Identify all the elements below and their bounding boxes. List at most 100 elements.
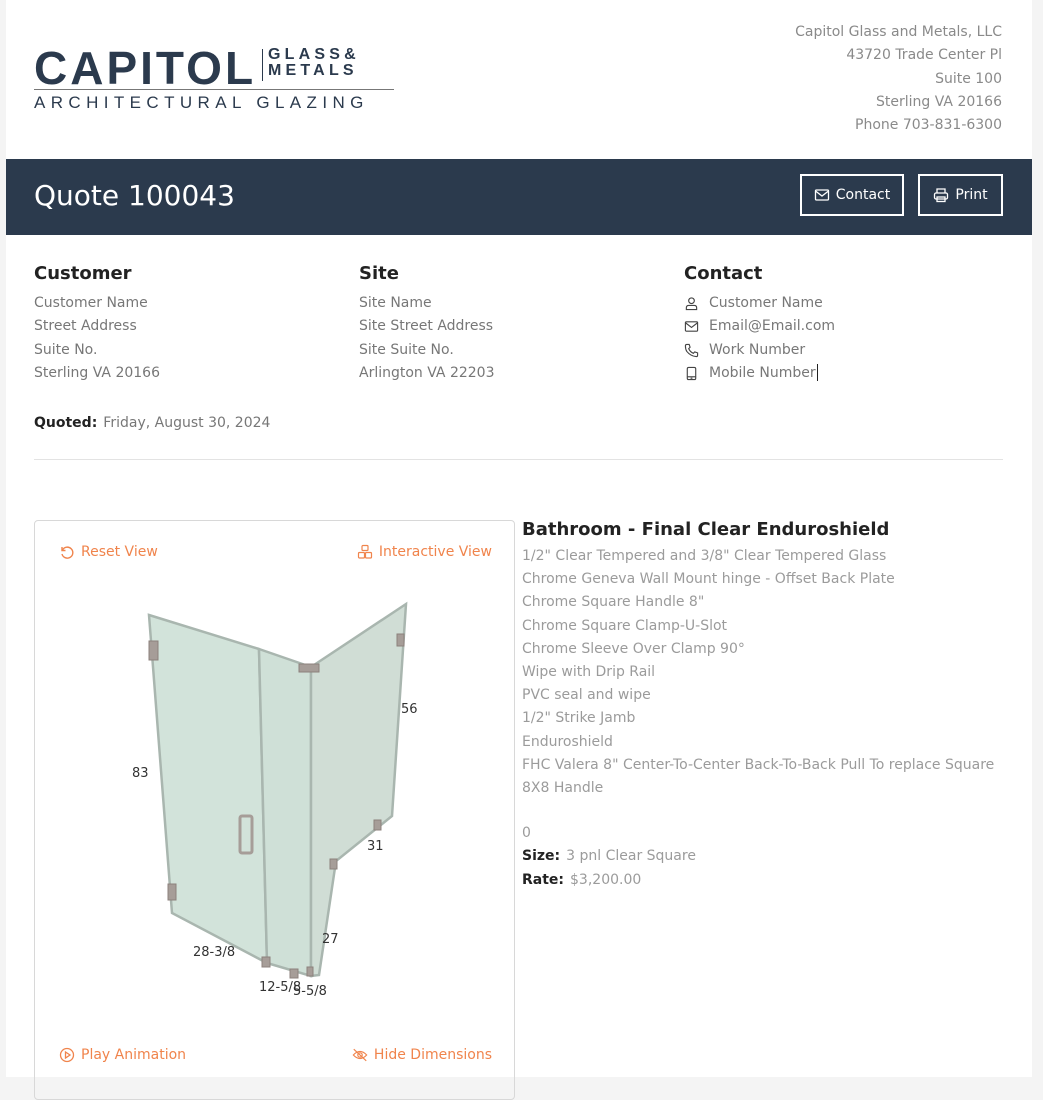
rate-value: $3,200.00 (570, 871, 642, 888)
company-city: Sterling VA 20166 (876, 93, 1002, 110)
contact-email-row: Email@Email.com (684, 315, 835, 338)
dim-height-right: 56 (401, 702, 418, 717)
contact-button[interactable]: Contact (800, 174, 904, 216)
customer-heading: Customer (34, 263, 132, 284)
hide-dimensions-label: Hide Dimensions (373, 1047, 492, 1063)
play-animation-label: Play Animation (81, 1047, 187, 1063)
cubes-icon (357, 544, 373, 559)
clamp-base-2 (289, 968, 299, 979)
dim-base-left: 28-3/8 (193, 945, 235, 960)
clamp-notch-2 (329, 858, 338, 870)
customer-street: Street Address (34, 318, 137, 335)
size-label: Size: (522, 848, 561, 865)
phone-icon (684, 343, 699, 357)
reset-view-label: Reset View (81, 544, 158, 560)
hide-dimensions-button[interactable]: Hide Dimensions (352, 1047, 492, 1063)
contact-name: Customer Name (709, 295, 823, 311)
envelope-icon (684, 321, 699, 333)
item-line: 1/2" Clear Tempered and 3/8" Clear Tempe… (522, 548, 887, 564)
reset-view-button[interactable]: Reset View (59, 544, 158, 560)
quoted-date-row: Quoted: Friday, August 30, 2024 (34, 415, 270, 431)
item-line: Chrome Square Handle 8" (522, 594, 705, 611)
contact-mobile[interactable]: Mobile Number (709, 362, 818, 385)
customer-suite: Suite No. (34, 341, 98, 358)
item-quantity: 0 (522, 825, 531, 842)
shower-enclosure-model[interactable]: 83 56 31 27 28-3/8 12-5/8 5-5/8 (35, 521, 516, 1041)
site-city: Arlington VA 22203 (359, 364, 495, 381)
contact-work-row: Work Number (684, 339, 835, 362)
clamp-base-1 (261, 956, 271, 968)
printer-icon (934, 188, 949, 203)
item-size-row: Size: 3 pnl Clear Square (522, 845, 1012, 868)
print-button[interactable]: Print (918, 174, 1003, 216)
company-address: Capitol Glass and Metals, LLC 43720 Trad… (795, 21, 1002, 137)
contact-heading: Contact (684, 263, 763, 284)
item-line: PVC seal and wipe (522, 687, 651, 704)
item-line: Chrome Geneva Wall Mount hinge - Offset … (522, 571, 895, 588)
contact-email: Email@Email.com (709, 318, 836, 335)
item-rate-row: Rate: $3,200.00 (522, 869, 1012, 892)
logo-separator (262, 49, 263, 81)
site-section: Site Site Name Site Street Address Site … (359, 262, 495, 385)
site-name: Site Name (359, 295, 432, 311)
contact-name-row: Customer Name (684, 292, 835, 315)
item-title: Bathroom - Final Clear Enduroshield (522, 519, 890, 540)
dim-notch-height: 27 (322, 932, 339, 947)
hinge-bottom (167, 883, 177, 901)
logo-wordmark: CAPITOL (34, 42, 257, 94)
item-line: Enduroshield (522, 733, 613, 750)
text-cursor (816, 364, 818, 382)
site-heading: Site (359, 263, 399, 284)
customer-name: Customer Name (34, 295, 148, 311)
size-value: 3 pnl Clear Square (566, 848, 696, 865)
glass-panel-return (309, 601, 408, 978)
hinge-top (148, 640, 159, 661)
section-divider (34, 459, 1003, 460)
print-button-label: Print (955, 187, 988, 203)
company-logo: CAPITOL GLASS& METALS ARCHITECTURAL GLAZ… (34, 45, 396, 115)
site-suite: Site Suite No. (359, 341, 454, 358)
item-line: Chrome Square Clamp-U-Slot (522, 617, 728, 634)
glass-panel-middle (257, 647, 313, 978)
item-details: Bathroom - Final Clear Enduroshield 1/2"… (522, 518, 1012, 892)
item-line: Chrome Sleeve Over Clamp 90° (522, 640, 745, 657)
contact-mobile-text: Mobile Number (709, 364, 816, 381)
customer-section: Customer Customer Name Street Address Su… (34, 262, 160, 385)
company-phone: Phone 703-831-6300 (855, 117, 1002, 134)
company-suite: Suite 100 (935, 70, 1002, 87)
item-line: 1/2" Strike Jamb (522, 710, 636, 727)
logo-tagline: ARCHITECTURAL GLAZING (34, 93, 369, 112)
dim-height-left: 83 (132, 766, 149, 781)
contact-work: Work Number (709, 341, 806, 358)
rate-label: Rate: (522, 871, 565, 888)
logo-side-top: GLASS& (268, 46, 360, 63)
mobile-icon (686, 366, 697, 381)
site-street: Site Street Address (359, 318, 494, 335)
company-name: Capitol Glass and Metals, LLC (795, 24, 1002, 40)
wall-clamp-right (396, 633, 405, 647)
item-line: Wipe with Drip Rail (522, 664, 656, 681)
dim-base-return: 5-5/8 (293, 984, 327, 999)
shower-3d-viewer[interactable]: 83 56 31 27 28-3/8 12-5/8 5-5/8 Reset Vi… (34, 520, 515, 1100)
quoted-label: Quoted: (34, 415, 98, 431)
interactive-view-label: Interactive View (378, 544, 492, 560)
company-street: 43720 Trade Center Pl (846, 47, 1002, 64)
user-icon (685, 297, 698, 311)
contact-section: Contact Customer Name Email@Email.com Wo… (684, 262, 835, 385)
clamp-notch-1 (373, 819, 382, 831)
logo-side-text: GLASS& METALS (268, 47, 360, 79)
eye-slash-icon (352, 1048, 368, 1062)
clamp-base-3 (306, 966, 314, 977)
envelope-icon (814, 189, 829, 201)
play-animation-button[interactable]: Play Animation (59, 1047, 186, 1063)
contact-button-label: Contact (835, 187, 891, 203)
interactive-view-button[interactable]: Interactive View (357, 544, 492, 560)
contact-mobile-row: Mobile Number (684, 362, 835, 385)
page-title: Quote 100043 (34, 179, 235, 212)
dim-notch-top: 31 (367, 839, 384, 854)
item-line: FHC Valera 8" Center-To-Center Back-To-B… (522, 756, 995, 797)
quoted-date: Friday, August 30, 2024 (103, 415, 271, 431)
logo-rule (34, 89, 394, 90)
logo-side-bottom: METALS (268, 62, 358, 79)
